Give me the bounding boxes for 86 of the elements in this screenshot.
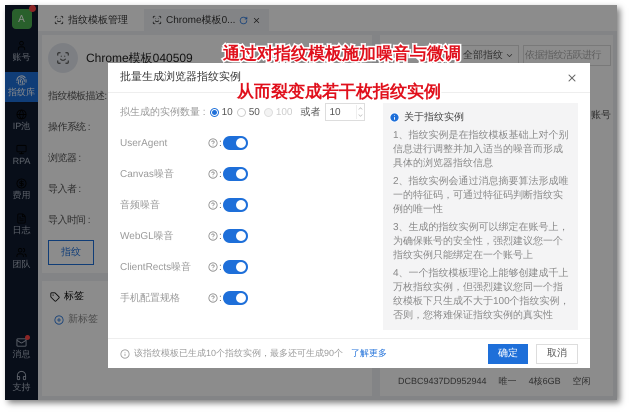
toggle-switch[interactable]: [222, 229, 248, 243]
field-label: 导入时间 :: [48, 214, 90, 228]
info-paragraph: 2、指纹实例会通过消息摘要算法形成唯一的特征码，可通过特征码判断指纹实例的唯一性: [392, 175, 570, 217]
number-field[interactable]: 10: [324, 103, 364, 121]
colon: :: [219, 260, 222, 274]
mail-icon: [16, 337, 27, 348]
toggle-switch[interactable]: [222, 198, 248, 212]
menu-item-icon: [16, 40, 27, 51]
toggle-switch[interactable]: [222, 136, 248, 150]
sidebar-item[interactable]: 支持: [5, 368, 38, 396]
colon: :: [219, 230, 222, 244]
toggle-switch[interactable]: [222, 167, 248, 181]
tab[interactable]: Chrome模板0...: [144, 9, 270, 31]
sidebar-item[interactable]: 日志: [5, 210, 38, 240]
annotation-text: 通过对指纹模板施加噪音与微调: [223, 43, 461, 65]
menu-item-icon: [16, 74, 27, 86]
chevron-down-icon: [505, 51, 514, 60]
template-button[interactable]: 指纹: [48, 240, 94, 265]
toggle-switch[interactable]: [222, 291, 248, 305]
sidebar-item[interactable]: 费用: [5, 175, 38, 206]
headset-icon: [16, 370, 27, 380]
template-title: Chrome模板040509: [86, 50, 193, 67]
sidebar-item[interactable]: RPA: [5, 140, 38, 171]
tag-icon: [50, 292, 60, 302]
info-title: 关于指纹实例: [404, 110, 464, 125]
toggle-switch[interactable]: [222, 260, 248, 274]
field-label: 浏览器 :: [48, 152, 81, 166]
cancel-button[interactable]: 取消: [536, 344, 578, 364]
menu-item-icon: [16, 178, 27, 189]
field-label: 操作系统 :: [48, 120, 90, 135]
help-icon[interactable]: [208, 231, 218, 241]
help-icon[interactable]: [208, 262, 218, 272]
toggle-label: 音频噪音: [120, 198, 161, 212]
help-icon[interactable]: [208, 293, 218, 303]
info-paragraph: 1、指纹实例是在指纹模板基础上对个别信息进行调整并加入适当的噪音而形成具体的浏览器指纹信息: [392, 129, 570, 171]
menu-item-icon: [16, 212, 27, 224]
info-icon: [389, 112, 400, 123]
confirm-button[interactable]: 确定: [488, 344, 528, 364]
colon: :: [219, 168, 222, 182]
column-header: 账号: [591, 108, 611, 123]
increment-icon[interactable]: [356, 105, 364, 112]
close-icon: [252, 16, 262, 24]
colon: :: [219, 198, 222, 212]
toggle-label: ClientRects噪音: [120, 260, 192, 274]
radio-option[interactable]: 50: [236, 104, 260, 120]
radio-option[interactable]: 10: [210, 104, 233, 120]
add-tag-button[interactable]: 新标签: [54, 312, 98, 327]
learn-more-link[interactable]: 了解更多: [351, 346, 388, 360]
colon: :: [219, 136, 222, 150]
count-label: 拟生成的实例数量 :: [120, 106, 206, 120]
menu-item-icon: [16, 109, 27, 120]
footer-note: 该指纹模板已生成10个指纹实例，最多还可生成90个: [134, 346, 344, 360]
toggle-label: UserAgent: [120, 136, 168, 150]
field-label: 指纹模板描述:: [48, 90, 107, 104]
info-paragraph: 3、生成的指纹实例可以绑定在账号上，为确保账号的安全性，强烈建议您一个指纹实例只能绑定在一个账号上: [392, 221, 570, 263]
colon: :: [219, 292, 222, 306]
toggle-label: WebGL噪音: [120, 230, 175, 244]
field-label: 导入者 :: [48, 182, 81, 197]
table-cell-text: 4核6GB: [528, 374, 561, 388]
sidebar-item[interactable]: 团队: [5, 244, 38, 274]
info-paragraph: 4、一个指纹模板理论上能够创建成千上万枚指纹实例，但强烈建议您同一个指纹模板下只生成不大于100个指纹实例，否则，您将难保证指纹实例的真实性: [392, 267, 571, 323]
table-cell-text: 唯一: [498, 374, 517, 388]
template-avatar: [48, 43, 78, 73]
toggle-label: 手机配置规格: [120, 292, 181, 306]
decrement-icon[interactable]: [356, 112, 364, 119]
info-icon: [120, 348, 130, 358]
help-icon[interactable]: [208, 169, 218, 179]
or-label: 或者: [300, 106, 320, 120]
menu-item-icon: [16, 247, 27, 258]
add-icon: [54, 314, 64, 324]
sidebar-item[interactable]: 指纹库: [5, 72, 38, 102]
table-cell-text: DCBC9437DD952944: [398, 374, 487, 388]
help-icon[interactable]: [208, 138, 218, 148]
sidebar-item[interactable]: 账号: [5, 37, 38, 68]
avatar[interactable]: A: [12, 9, 32, 29]
table-cell-text: 空闲: [572, 374, 591, 388]
tags-title: 标签: [64, 290, 84, 304]
close-button[interactable]: [566, 72, 578, 84]
annotation-text: 从而裂变成若干枚指纹实例: [237, 82, 441, 102]
dialog-title: 批量生成浏览器指纹实例: [120, 70, 241, 84]
menu-item-icon: [16, 144, 27, 154]
sidebar-item[interactable]: 消息: [5, 335, 38, 364]
refresh-icon: [239, 16, 248, 24]
toggle-label: Canvas噪音: [120, 168, 175, 182]
sidebar-item[interactable]: IP池: [5, 106, 38, 136]
help-icon[interactable]: [208, 200, 218, 210]
